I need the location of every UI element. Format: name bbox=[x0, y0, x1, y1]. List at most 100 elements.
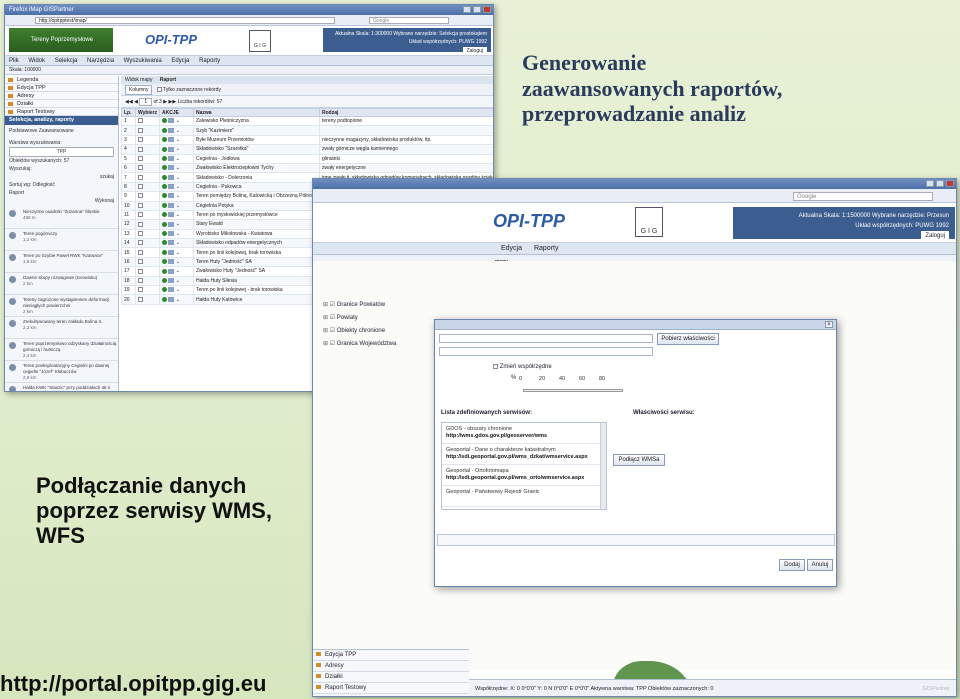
panel-parcels-2[interactable]: Działki bbox=[313, 672, 469, 683]
zoom-icon[interactable] bbox=[168, 193, 175, 199]
result-item[interactable]: Teren poeksploatacyjny Cegielni po dawne… bbox=[5, 361, 118, 383]
result-item[interactable]: Teren pogórniczy 1,2 km bbox=[5, 229, 118, 251]
chevron-down-icon[interactable]: ⌄ bbox=[176, 250, 180, 256]
col-select[interactable]: Wybierz bbox=[135, 108, 160, 117]
info-icon[interactable] bbox=[162, 296, 167, 302]
next-page-icon[interactable]: ▶ ▶▶ bbox=[163, 99, 177, 105]
chevron-down-icon[interactable]: ⌄ bbox=[176, 146, 180, 152]
menu-edit[interactable]: Edycja bbox=[171, 58, 189, 64]
panel-addresses[interactable]: Adresy bbox=[5, 92, 118, 100]
menu-reports-2[interactable]: Raporty bbox=[534, 245, 559, 252]
info-icon[interactable] bbox=[162, 259, 167, 265]
info-icon[interactable] bbox=[162, 174, 167, 180]
service-item[interactable]: GDOS - obszary chronione http://wms.gdos.… bbox=[442, 423, 606, 444]
result-item[interactable]: Nieczynne osadniki "Zuzanna" Ślęskie 499 … bbox=[5, 207, 118, 229]
opacity-slider[interactable]: 0 20 40 60 80 bbox=[519, 376, 625, 396]
run-button[interactable]: Wykonaj bbox=[9, 197, 114, 205]
table-row[interactable]: 4 ⌄ Składowisko "Szarotka" zwały górnicze … bbox=[121, 144, 493, 155]
info-icon[interactable] bbox=[162, 202, 167, 208]
zoom-icon[interactable] bbox=[168, 155, 175, 161]
zoom-icon[interactable] bbox=[168, 174, 175, 180]
menu-reports[interactable]: Raporty bbox=[199, 58, 220, 64]
row-checkbox[interactable] bbox=[138, 287, 143, 293]
search-button[interactable]: szukaj bbox=[9, 173, 114, 181]
zoom-icon[interactable] bbox=[168, 221, 175, 227]
wms-name-input[interactable] bbox=[439, 347, 653, 356]
chevron-down-icon[interactable]: ⌄ bbox=[176, 137, 180, 143]
chevron-down-icon[interactable]: ⌄ bbox=[176, 297, 180, 303]
table-row[interactable]: 1 ⌄ Zalewisko Pleśniczyzna tereny podtopio… bbox=[121, 115, 493, 127]
col-type[interactable]: Rodzaj bbox=[319, 108, 493, 117]
row-checkbox[interactable] bbox=[138, 193, 143, 199]
row-checkbox[interactable] bbox=[138, 268, 143, 274]
zoom-icon[interactable] bbox=[168, 259, 175, 265]
row-checkbox[interactable] bbox=[138, 127, 143, 133]
service-item[interactable]: Geoportal - Państwowy Rejestr Granic bbox=[442, 486, 606, 507]
chevron-down-icon[interactable]: ⌄ bbox=[176, 175, 180, 181]
menu-view[interactable]: Widok bbox=[28, 58, 45, 64]
chevron-down-icon[interactable]: ⌄ bbox=[176, 128, 180, 134]
info-icon[interactable] bbox=[162, 268, 167, 274]
zoom-icon[interactable] bbox=[168, 240, 175, 246]
prev-page-icon[interactable]: ◀◀ ◀ bbox=[125, 99, 139, 105]
info-icon[interactable] bbox=[162, 249, 167, 255]
panel-edit-tpp-2[interactable]: Edycja TPP bbox=[313, 650, 469, 661]
zoom-icon[interactable] bbox=[168, 137, 175, 143]
menu-edit-2[interactable]: Edycja bbox=[501, 245, 522, 252]
row-checkbox[interactable] bbox=[138, 155, 143, 161]
get-properties-button[interactable]: Pobierz właściwości bbox=[657, 333, 719, 345]
url-input[interactable]: http://opitpptest/imap/ bbox=[35, 17, 335, 24]
chevron-down-icon[interactable]: ⌄ bbox=[176, 268, 180, 274]
close-icon[interactable]: × bbox=[825, 321, 833, 328]
menu-file[interactable]: Plik bbox=[9, 58, 19, 64]
info-icon[interactable] bbox=[162, 193, 167, 199]
zoom-icon[interactable] bbox=[168, 146, 175, 152]
result-item[interactable]: Teren po Szybie Paweł RWK "Katowice" 1,8 … bbox=[5, 251, 118, 273]
chevron-down-icon[interactable]: ⌄ bbox=[176, 287, 180, 293]
result-item[interactable]: Teren poprzemysłowo odzyskany działalnoś… bbox=[5, 339, 118, 361]
tab-map-view[interactable]: Widok mapy bbox=[125, 77, 153, 83]
columns-button[interactable]: Kolumny bbox=[125, 85, 153, 95]
col-actions[interactable]: AKCJE bbox=[159, 108, 194, 117]
info-icon[interactable] bbox=[162, 240, 167, 246]
chevron-down-icon[interactable]: ⌄ bbox=[176, 184, 180, 190]
panel-legend[interactable]: Legenda bbox=[5, 76, 118, 84]
page-input[interactable]: 1 bbox=[139, 98, 153, 106]
search-tabs[interactable]: Podstawowe Zaawansowane bbox=[5, 125, 118, 137]
layer-item[interactable]: Powiaty bbox=[323, 312, 396, 325]
zoom-icon[interactable] bbox=[168, 287, 175, 293]
close-icon[interactable] bbox=[946, 180, 954, 187]
info-icon[interactable] bbox=[162, 137, 167, 143]
change-coords-checkbox[interactable] bbox=[493, 364, 498, 369]
row-checkbox[interactable] bbox=[138, 259, 143, 265]
zoom-icon[interactable] bbox=[168, 268, 175, 274]
login-button[interactable]: Zaloguj bbox=[462, 47, 487, 55]
chevron-down-icon[interactable]: ⌄ bbox=[176, 212, 180, 218]
row-checkbox[interactable] bbox=[138, 296, 143, 302]
menu-tools[interactable]: Narzędzia bbox=[87, 58, 114, 64]
zoom-icon[interactable] bbox=[168, 184, 175, 190]
zoom-icon[interactable] bbox=[168, 118, 175, 124]
row-checkbox[interactable] bbox=[138, 240, 143, 246]
wms-url-input[interactable] bbox=[439, 334, 653, 343]
chevron-down-icon[interactable]: ⌄ bbox=[176, 231, 180, 237]
add-button[interactable]: Dodaj bbox=[779, 559, 805, 571]
panel-edit-tpp[interactable]: Edycja TPP bbox=[5, 84, 118, 92]
chevron-down-icon[interactable]: ⌄ bbox=[176, 221, 180, 227]
info-icon[interactable] bbox=[162, 165, 167, 171]
zoom-icon[interactable] bbox=[168, 202, 175, 208]
info-icon[interactable] bbox=[162, 278, 167, 283]
chevron-down-icon[interactable]: ⌄ bbox=[176, 240, 180, 246]
maximize-icon[interactable] bbox=[936, 180, 944, 187]
table-row[interactable]: 5 ⌄ Cegielnia - Jodłowa glinianki bbox=[121, 153, 493, 164]
result-item[interactable]: Dawne skupy rozwagowe (torowisko) 2 km bbox=[5, 273, 118, 295]
layer-item[interactable]: Obiekty chronione bbox=[323, 325, 396, 338]
connect-wms-button[interactable]: Podłącz WMSa bbox=[613, 454, 665, 466]
result-item[interactable]: Zrekultywowany teren zakładu Bolina II. 2… bbox=[5, 317, 118, 339]
sort-select[interactable]: Sortuj wg: Odległość bbox=[9, 181, 114, 189]
menu-selection[interactable]: Selekcja bbox=[55, 58, 78, 64]
chevron-down-icon[interactable]: ⌄ bbox=[176, 118, 180, 124]
chevron-down-icon[interactable]: ⌄ bbox=[176, 193, 180, 199]
zoom-icon[interactable] bbox=[168, 249, 175, 255]
report-select[interactable]: Raport bbox=[9, 189, 114, 197]
